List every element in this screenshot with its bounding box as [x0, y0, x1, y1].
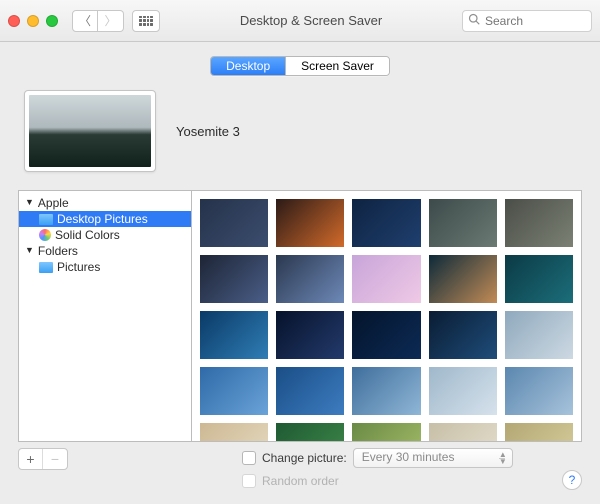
wallpaper-thumbnail[interactable] — [276, 367, 344, 415]
split-panel: ▼ Apple Desktop Pictures Solid Colors ▼ … — [18, 190, 582, 442]
wallpaper-thumbnail[interactable] — [429, 367, 497, 415]
search-field-wrap — [462, 10, 592, 32]
close-window-button[interactable] — [8, 15, 20, 27]
remove-folder-button: − — [43, 449, 67, 469]
footer-controls: + − Change picture: Every 30 minutes ▲▼ … — [18, 448, 582, 488]
search-input[interactable] — [462, 10, 592, 32]
sidebar-item-solid-colors[interactable]: Solid Colors — [19, 227, 191, 243]
sidebar-item-label: Desktop Pictures — [57, 212, 148, 226]
wallpaper-thumbnail[interactable] — [276, 311, 344, 359]
random-order-label: Random order — [262, 474, 339, 488]
window-title: Desktop & Screen Saver — [168, 13, 454, 28]
change-picture-label: Change picture: — [262, 451, 347, 465]
sidebar-item-desktop-pictures[interactable]: Desktop Pictures — [19, 211, 191, 227]
wallpaper-thumbnail[interactable] — [276, 199, 344, 247]
folder-icon — [39, 214, 53, 225]
tab-segmented-control: Desktop Screen Saver — [18, 56, 582, 76]
wallpaper-thumbnail[interactable] — [429, 311, 497, 359]
change-interval-value: Every 30 minutes — [362, 450, 455, 464]
content-area: Desktop Screen Saver Yosemite 3 ▼ Apple … — [0, 42, 600, 498]
zoom-window-button[interactable] — [46, 15, 58, 27]
change-picture-checkbox[interactable] — [242, 451, 256, 465]
sidebar-group-apple[interactable]: ▼ Apple — [19, 195, 191, 211]
color-wheel-icon — [39, 229, 51, 241]
add-remove-folder-control: + − — [18, 448, 68, 470]
window-controls — [8, 15, 58, 27]
disclosure-triangle-icon[interactable]: ▼ — [25, 197, 34, 207]
sidebar-item-pictures[interactable]: Pictures — [19, 259, 191, 275]
back-button[interactable]: 〈 — [72, 10, 98, 32]
wallpaper-thumbnail[interactable] — [505, 423, 573, 442]
folder-icon — [39, 262, 53, 273]
search-icon — [468, 13, 480, 28]
random-order-checkbox — [242, 474, 256, 488]
wallpaper-thumbnail[interactable] — [505, 311, 573, 359]
wallpaper-thumbnail[interactable] — [352, 255, 420, 303]
source-sidebar: ▼ Apple Desktop Pictures Solid Colors ▼ … — [18, 190, 192, 442]
disclosure-triangle-icon[interactable]: ▼ — [25, 245, 34, 255]
wallpaper-thumbnail[interactable] — [352, 423, 420, 442]
tab-desktop[interactable]: Desktop — [211, 57, 286, 75]
wallpaper-thumbnail[interactable] — [505, 367, 573, 415]
sidebar-group-label: Folders — [38, 244, 78, 258]
add-folder-button[interactable]: + — [19, 449, 43, 469]
change-interval-popup[interactable]: Every 30 minutes ▲▼ — [353, 448, 513, 468]
wallpaper-thumbnail[interactable] — [352, 199, 420, 247]
current-wallpaper-preview — [24, 90, 156, 172]
wallpaper-thumbnail[interactable] — [429, 255, 497, 303]
wallpaper-thumbnail[interactable] — [200, 255, 268, 303]
minimize-window-button[interactable] — [27, 15, 39, 27]
wallpaper-thumbnail[interactable] — [276, 255, 344, 303]
wallpaper-thumbnail[interactable] — [200, 367, 268, 415]
titlebar: 〈 〉 Desktop & Screen Saver — [0, 0, 600, 42]
sidebar-item-label: Pictures — [57, 260, 100, 274]
wallpaper-thumbnail[interactable] — [505, 255, 573, 303]
wallpaper-thumbnail[interactable] — [429, 199, 497, 247]
sidebar-group-folders[interactable]: ▼ Folders — [19, 243, 191, 259]
current-wallpaper-name: Yosemite 3 — [176, 124, 240, 139]
show-all-prefs-button[interactable] — [132, 10, 160, 32]
sidebar-group-label: Apple — [38, 196, 69, 210]
sidebar-item-label: Solid Colors — [55, 228, 120, 242]
wallpaper-thumbnail[interactable] — [200, 423, 268, 442]
wallpaper-thumbnail[interactable] — [200, 199, 268, 247]
help-button[interactable]: ? — [562, 470, 582, 490]
wallpaper-thumbnail[interactable] — [505, 199, 573, 247]
wallpaper-thumbnail[interactable] — [352, 311, 420, 359]
wallpaper-thumbnail[interactable] — [200, 311, 268, 359]
preview-row: Yosemite 3 — [18, 90, 582, 172]
nav-buttons: 〈 〉 — [72, 10, 124, 32]
wallpaper-thumbnail[interactable] — [352, 367, 420, 415]
wallpaper-thumbnail[interactable] — [276, 423, 344, 442]
stepper-arrows-icon: ▲▼ — [499, 451, 507, 465]
thumbnail-grid — [192, 190, 582, 442]
wallpaper-thumbnail[interactable] — [429, 423, 497, 442]
forward-button: 〉 — [98, 10, 124, 32]
tab-screen-saver[interactable]: Screen Saver — [286, 57, 389, 75]
